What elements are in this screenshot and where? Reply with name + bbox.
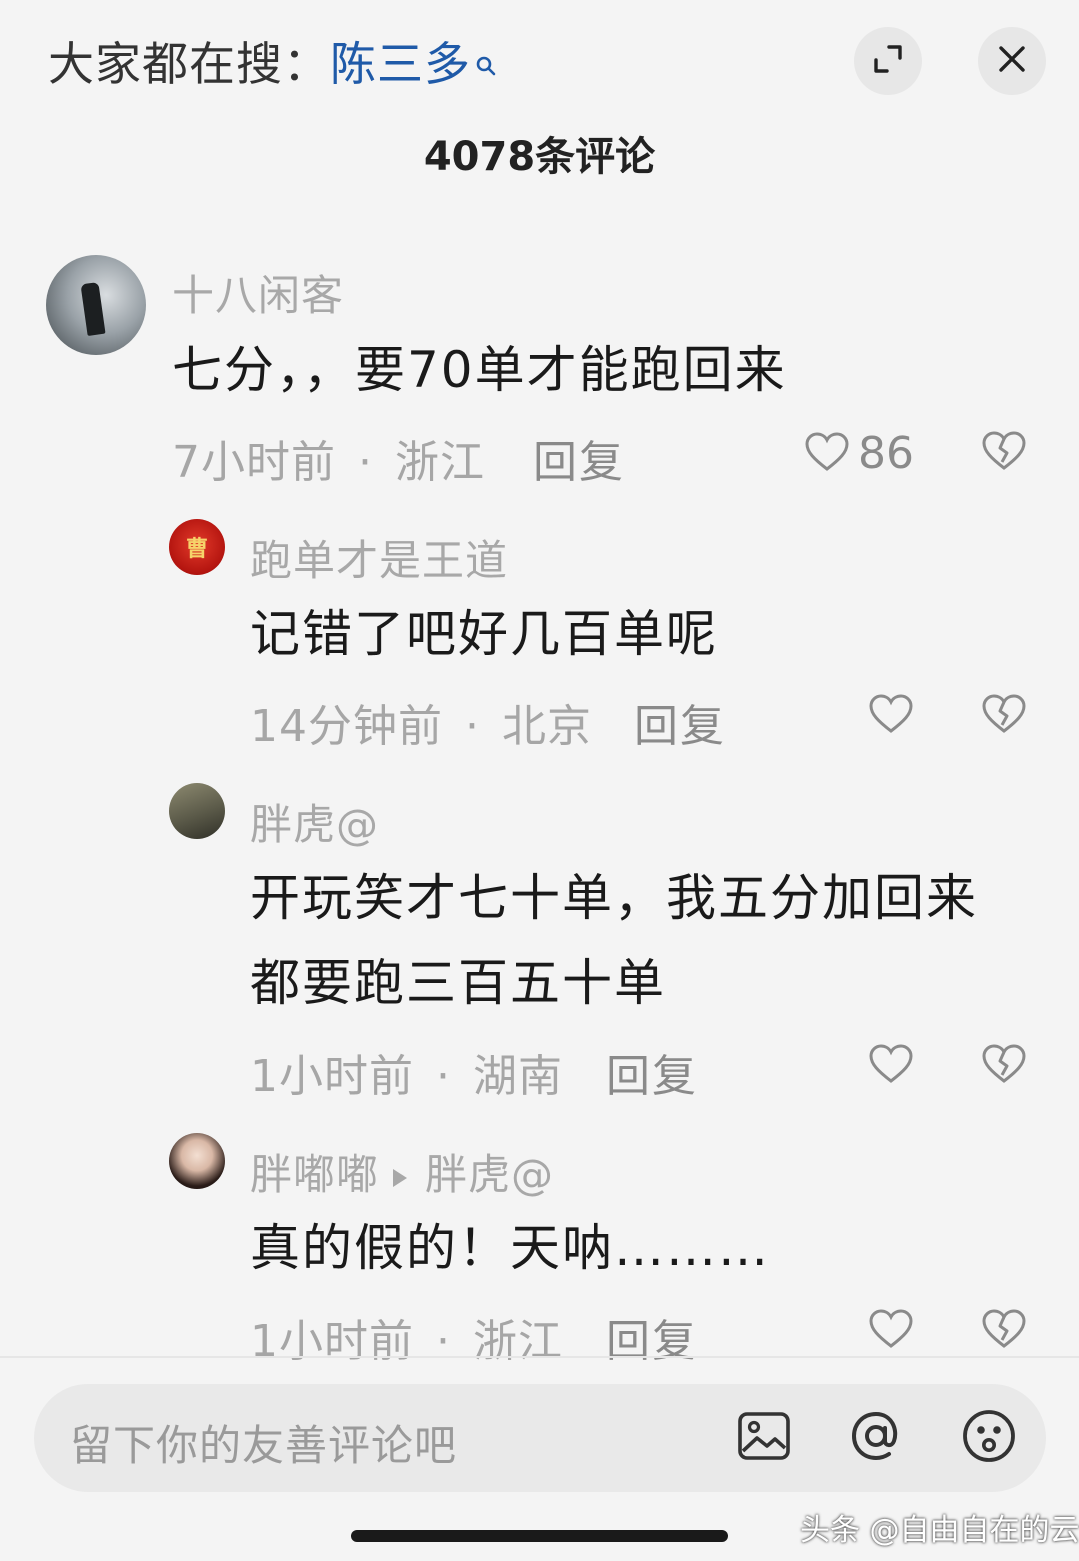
search-suggestion[interactable]: 大家都在搜：陈三多 [48, 28, 497, 94]
heart-icon [868, 1308, 914, 1354]
emoji-icon [961, 1408, 1017, 1468]
comment-username[interactable]: 跑单才是王道 [250, 527, 508, 588]
comment-count: 4078条评论 [423, 134, 656, 180]
comment-location: 北京 [502, 701, 592, 752]
heart-icon [868, 693, 914, 739]
reply-button[interactable]: 回复 [606, 1040, 698, 1104]
home-indicator[interactable] [351, 1530, 728, 1542]
comment-time: 1小时前 [250, 1316, 414, 1367]
comment-text: 记错了吧好几百单呢 [250, 605, 718, 663]
comment-meta: 1小时前 · 湖南 [250, 1051, 563, 1102]
reply-button[interactable]: 回复 [634, 690, 726, 754]
like-button[interactable] [868, 1308, 914, 1354]
dislike-button[interactable] [981, 430, 1027, 476]
heart-icon [868, 1043, 914, 1089]
comment-time: 1小时前 [250, 1051, 414, 1102]
comment-username[interactable]: 胖虎@ [250, 791, 379, 852]
comment-username-author[interactable]: 胖嘟嘟 [250, 1150, 379, 1199]
comment-username: 胖嘟嘟 胖虎@ [250, 1141, 554, 1202]
reply-button[interactable]: 回复 [606, 1305, 698, 1369]
comment-panel: 大家都在搜：陈三多 4078条评论 十八闲客 七分，，要70单才能跑回来 7小时… [0, 0, 1079, 1561]
broken-heart-icon [981, 1309, 1027, 1354]
comment-input[interactable]: 留下你的友善评论吧 [34, 1384, 1046, 1492]
avatar-text: 曹 [185, 537, 208, 562]
comment-time: 14分钟前 [250, 701, 443, 752]
avatar[interactable]: 曹 [169, 519, 225, 575]
comment-time: 7小时前 [172, 437, 336, 488]
comment-text-line-2: 都要跑三百五十单 [250, 954, 666, 1012]
broken-heart-icon [981, 694, 1027, 739]
comment-input-placeholder: 留下你的友善评论吧 [70, 1421, 458, 1470]
comment-location: 湖南 [473, 1051, 563, 1102]
search-keyword[interactable]: 陈三多 [330, 37, 471, 91]
image-icon [737, 1411, 791, 1465]
like-count: 86 [858, 428, 914, 479]
emoji-button[interactable] [959, 1408, 1019, 1468]
comment-meta: 14分钟前 · 北京 [250, 701, 592, 752]
like-button[interactable] [868, 1043, 914, 1089]
avatar[interactable] [46, 255, 146, 355]
close-button[interactable] [978, 27, 1046, 95]
expand-button[interactable] [854, 27, 922, 95]
comment-meta: 7小时前 · 浙江 [172, 437, 485, 488]
reply-arrow-icon [393, 1168, 408, 1187]
divider [0, 1356, 1079, 1358]
search-icon [475, 34, 497, 88]
mention-button[interactable] [846, 1408, 906, 1468]
like-button[interactable] [868, 693, 914, 739]
broken-heart-icon [981, 1044, 1027, 1089]
comment-meta: 1小时前 · 浙江 [250, 1316, 563, 1367]
comment-location: 浙江 [473, 1316, 563, 1367]
close-icon [997, 44, 1027, 78]
comment-location: 浙江 [395, 437, 485, 488]
dislike-button[interactable] [981, 1043, 1027, 1089]
search-prefix: 大家都在搜： [48, 37, 330, 91]
heart-icon [804, 431, 850, 477]
avatar[interactable] [169, 1133, 225, 1189]
avatar[interactable] [169, 783, 225, 839]
at-icon [848, 1408, 904, 1468]
comment-username[interactable]: 十八闲客 [172, 262, 344, 323]
watermark: 头条 @自由自在的云 [800, 1513, 1079, 1548]
comment-text-line-1: 开玩笑才七十单，我五分加回来 [250, 869, 978, 927]
like-button[interactable]: 86 [804, 428, 914, 479]
comment-username-target[interactable]: 胖虎@ [425, 1150, 554, 1199]
reply-button[interactable]: 回复 [533, 426, 625, 490]
dislike-button[interactable] [981, 693, 1027, 739]
comment-text: 真的假的！天呐……… [250, 1219, 770, 1277]
expand-icon [871, 42, 905, 80]
comment-text: 七分，，要70单才能跑回来 [172, 341, 787, 399]
image-button[interactable] [734, 1408, 794, 1468]
broken-heart-icon [981, 431, 1027, 476]
dislike-button[interactable] [981, 1308, 1027, 1354]
